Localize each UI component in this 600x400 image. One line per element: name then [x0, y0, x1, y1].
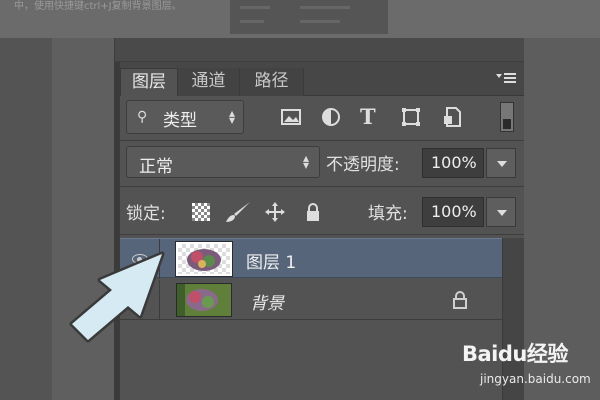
adjustment-filter-icon[interactable]	[320, 106, 342, 128]
divider	[120, 234, 524, 235]
layer-name: 背景	[250, 294, 284, 314]
blend-mode-select[interactable]: 正常 ▴ ▾	[126, 146, 320, 178]
lock-position-icon[interactable]	[264, 201, 286, 223]
baidu-watermark: Baidu经验 jingyan.baidu.com	[458, 338, 598, 398]
filter-kind-label: 类型	[163, 111, 197, 131]
panel-title-bar[interactable]	[115, 38, 525, 62]
tab-layers[interactable]: 图层	[120, 68, 178, 96]
watermark-url: jingyan.baidu.com	[480, 372, 591, 386]
divider	[120, 186, 524, 187]
shape-filter-icon[interactable]	[400, 106, 422, 128]
updown-chevron-icon: ▴ ▾	[228, 106, 235, 127]
layer-lock-icon	[452, 290, 468, 310]
watermark-brand: Baidu经验	[462, 342, 568, 366]
left-dark-column	[0, 38, 52, 400]
divider	[120, 140, 524, 141]
smart-object-filter-icon[interactable]	[442, 106, 464, 128]
opacity-label: 不透明度:	[326, 155, 400, 175]
article-caption: 中，使用快捷键ctrl+J复制背景图层。	[14, 1, 182, 12]
lock-transparent-pixels-icon[interactable]	[192, 203, 210, 221]
panel-menu-icon[interactable]	[494, 70, 520, 88]
article-top-strip: 中，使用快捷键ctrl+J复制背景图层。	[0, 0, 600, 38]
lock-image-pixels-icon[interactable]	[224, 200, 252, 224]
lock-all-icon[interactable]	[304, 202, 322, 222]
filter-toggle-switch[interactable]	[500, 102, 514, 132]
opacity-dropdown-button[interactable]	[486, 148, 516, 178]
filter-kind-select[interactable]: ⚲ 类型 ▴ ▾	[126, 100, 244, 134]
pointer-arrow-icon	[58, 238, 188, 348]
blend-mode-label: 正常	[139, 157, 173, 177]
fill-dropdown-button[interactable]	[486, 197, 516, 227]
tab-channels[interactable]: 通道	[178, 68, 240, 96]
tab-paths[interactable]: 路径	[240, 68, 304, 96]
search-icon: ⚲	[137, 109, 148, 125]
fill-input[interactable]: 100%	[422, 197, 484, 227]
opacity-input[interactable]: 100%	[422, 148, 484, 178]
panel-tab-bar: 图层 通道 路径	[120, 62, 524, 96]
type-filter-icon[interactable]: T	[360, 104, 382, 129]
lock-label: 锁定:	[126, 204, 166, 224]
previous-screenshot-snippet	[230, 0, 388, 34]
layer-name: 图层 1	[246, 253, 297, 273]
image-filter-icon[interactable]	[280, 106, 302, 128]
fill-label: 填充:	[368, 204, 408, 224]
updown-chevron-icon: ▴ ▾	[302, 151, 309, 172]
